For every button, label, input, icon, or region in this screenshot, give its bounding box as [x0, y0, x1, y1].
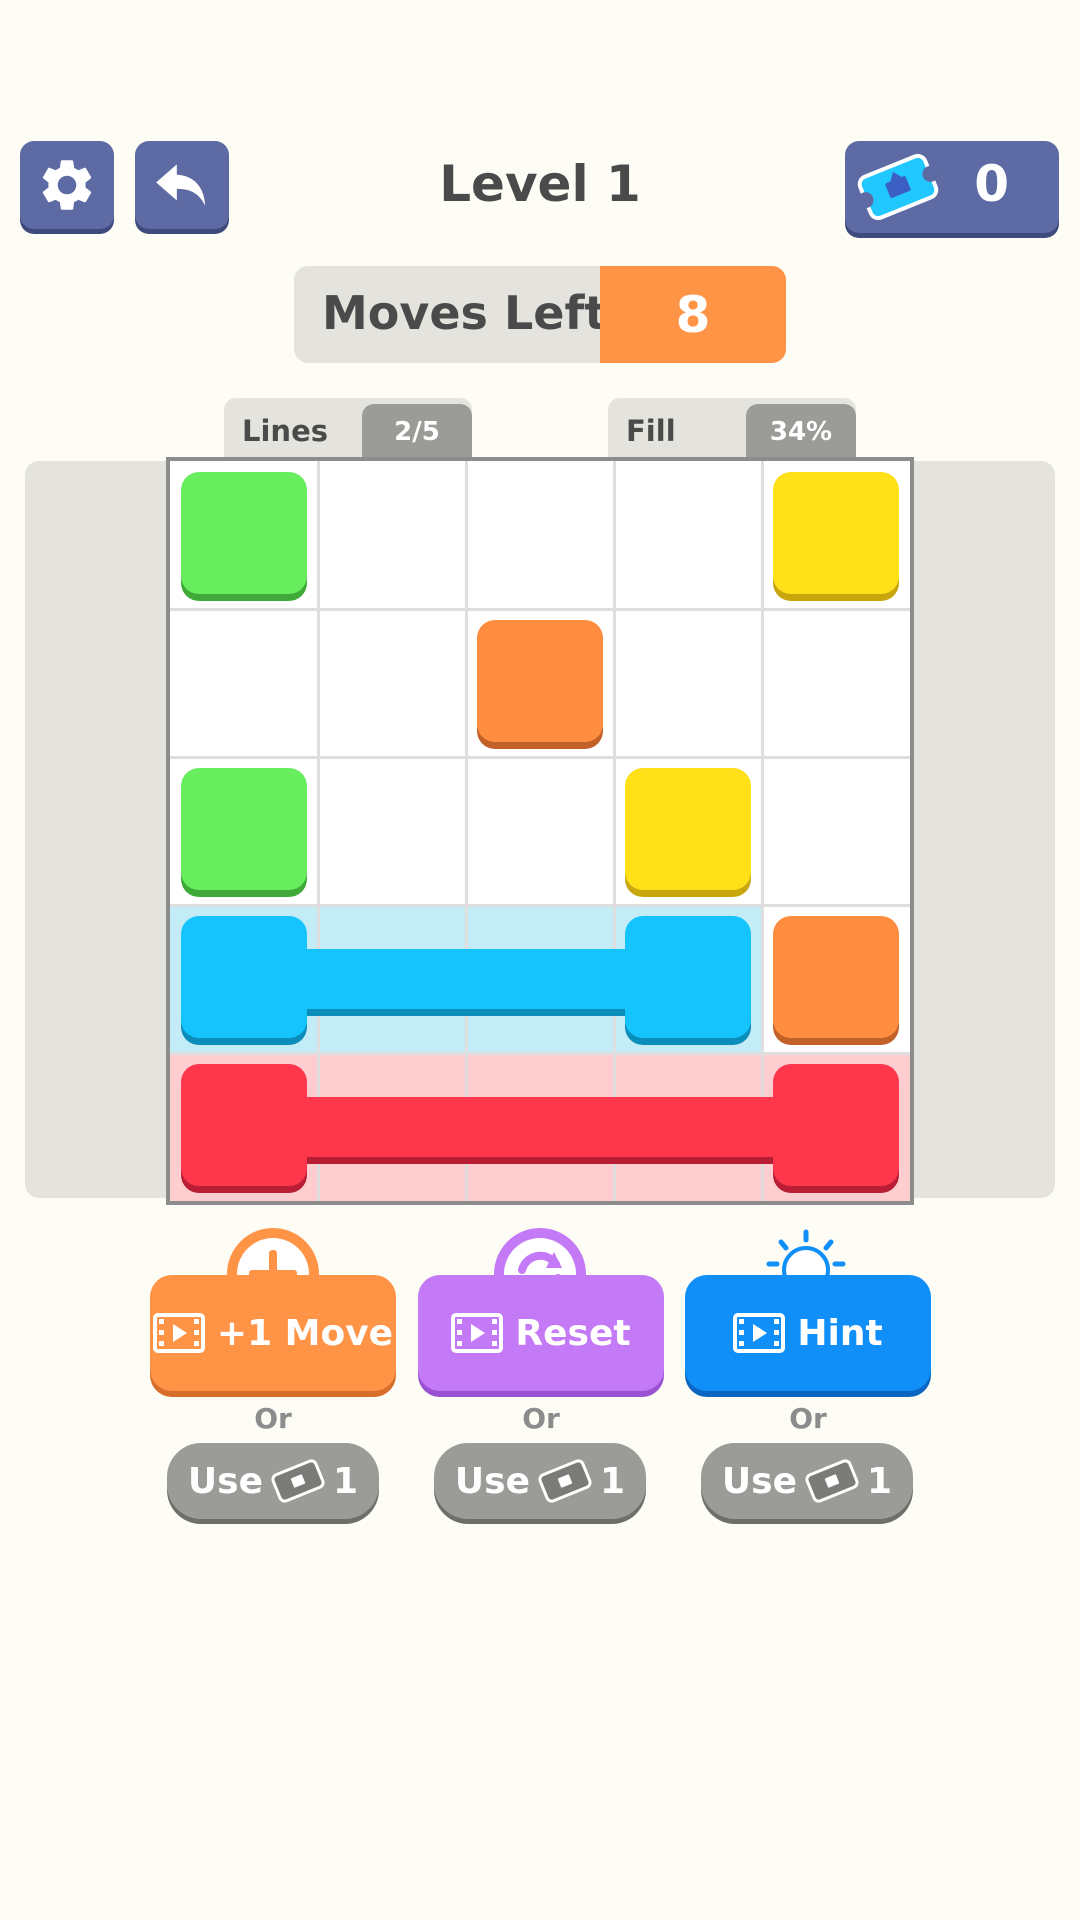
- blue-tile[interactable]: [181, 916, 307, 1038]
- use-label: Use: [721, 1460, 797, 1502]
- lines-value: 2/5: [394, 417, 440, 447]
- grid-line: [170, 608, 910, 611]
- lines-label: Lines: [242, 414, 328, 448]
- hint-label: Hint: [797, 1312, 883, 1354]
- moves-left-label: Moves Left: [322, 286, 607, 340]
- fill-value-box: 34%: [746, 404, 856, 460]
- grid-line: [317, 461, 320, 1201]
- level-title: Level 1: [439, 155, 641, 213]
- video-icon: [451, 1313, 504, 1353]
- fill-value: 34%: [769, 417, 833, 447]
- use-ticket-hint-button[interactable]: Use 1: [701, 1443, 913, 1519]
- game-grid[interactable]: [166, 457, 914, 1205]
- ticket-count: 0: [974, 155, 1009, 213]
- moves-left-value-box: 8: [600, 266, 786, 363]
- ticket-icon: [805, 1459, 859, 1503]
- orange-tile[interactable]: [477, 620, 603, 742]
- use-ticket-reset-button[interactable]: Use 1: [434, 1443, 646, 1519]
- grid-line: [465, 461, 468, 1201]
- undo-icon: [156, 164, 206, 206]
- use-ticket-add-move-button[interactable]: Use 1: [167, 1443, 379, 1519]
- blue-tile[interactable]: [625, 916, 751, 1038]
- ticket-counter[interactable]: 0: [845, 141, 1059, 233]
- use-cost: 1: [333, 1460, 359, 1502]
- grid-line: [613, 461, 616, 1201]
- orange-tile[interactable]: [773, 916, 899, 1038]
- ticket-icon: [271, 1459, 325, 1503]
- red-tile[interactable]: [181, 1064, 307, 1186]
- grid-line: [761, 461, 764, 1201]
- hint-button[interactable]: Hint: [685, 1275, 931, 1391]
- green-tile[interactable]: [181, 472, 307, 594]
- or-text: Or: [789, 1402, 827, 1435]
- fill-stat: Fill 34%: [608, 398, 856, 460]
- grid-line: [170, 756, 910, 759]
- video-icon: [733, 1313, 786, 1353]
- fill-label: Fill: [626, 414, 676, 448]
- use-label: Use: [187, 1460, 263, 1502]
- gear-icon: [42, 160, 92, 210]
- ticket-icon: [857, 153, 939, 221]
- grid-line: [170, 904, 910, 907]
- red-line-connector: [240, 1097, 832, 1157]
- or-text: Or: [254, 1402, 292, 1435]
- video-icon: [152, 1313, 205, 1353]
- red-tile[interactable]: [773, 1064, 899, 1186]
- green-tile[interactable]: [181, 768, 307, 890]
- use-label: Use: [454, 1460, 530, 1502]
- reset-label: Reset: [515, 1312, 631, 1354]
- moves-left-panel: Moves Left 8: [294, 266, 786, 363]
- ticket-icon: [538, 1459, 592, 1503]
- add-move-label: +1 Move: [216, 1312, 394, 1354]
- lines-value-box: 2/5: [362, 404, 472, 460]
- settings-button[interactable]: [20, 141, 114, 229]
- undo-button[interactable]: [135, 141, 229, 229]
- moves-left-value: 8: [675, 285, 711, 344]
- use-cost: 1: [867, 1460, 893, 1502]
- use-cost: 1: [600, 1460, 626, 1502]
- grid-line: [170, 1052, 910, 1055]
- lines-stat: Lines 2/5: [224, 398, 472, 460]
- or-text: Or: [522, 1402, 560, 1435]
- add-move-button[interactable]: +1 Move: [150, 1275, 396, 1391]
- reset-button[interactable]: Reset: [418, 1275, 664, 1391]
- yellow-tile[interactable]: [773, 472, 899, 594]
- yellow-tile[interactable]: [625, 768, 751, 890]
